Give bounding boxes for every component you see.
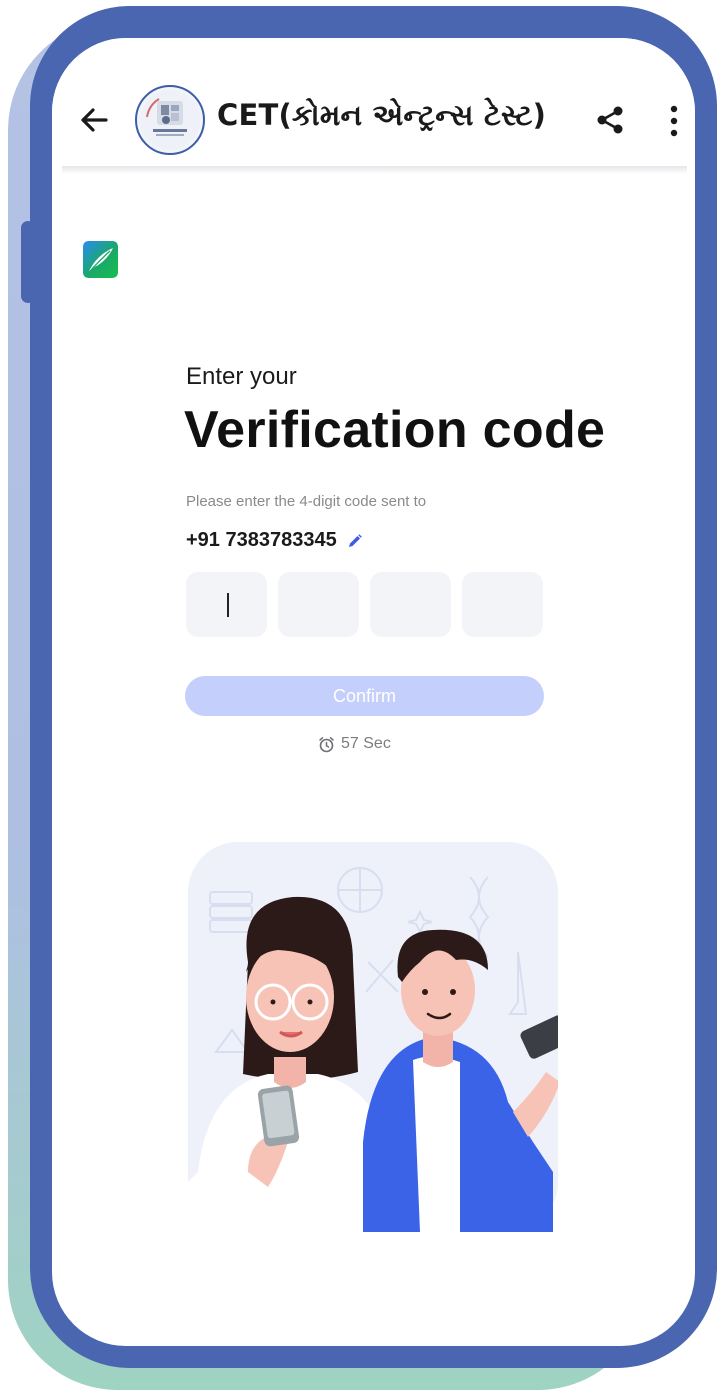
subtitle-text: Enter your	[186, 363, 297, 390]
timer-text: 57 Sec	[341, 735, 391, 752]
otp-input-row	[186, 572, 543, 637]
share-icon	[597, 106, 623, 134]
confirm-button[interactable]: Confirm	[185, 676, 544, 716]
instruction-text: Please enter the 4-digit code sent to	[186, 493, 427, 510]
text-caret	[227, 593, 229, 617]
brand-logo	[83, 241, 118, 278]
feather-logo-icon	[83, 241, 118, 278]
phone-number-row: +91 7383783345	[186, 529, 363, 552]
students-illustration	[188, 842, 558, 1232]
share-button[interactable]	[594, 104, 626, 136]
app-bar: CET(કોમન એન્ટ્રન્સ ટેસ્ટ)	[52, 38, 695, 168]
back-button[interactable]	[76, 102, 112, 138]
phone-screen: CET(કોમન એન્ટ્રન્સ ટેસ્ટ) Enter your Ver…	[52, 38, 695, 1346]
page-title: Verification code	[184, 401, 606, 459]
otp-digit-3[interactable]	[370, 572, 451, 637]
arrow-left-icon	[81, 108, 108, 132]
app-title: CET(કોમન એન્ટ્રન્સ ટેસ્ટ)	[217, 98, 547, 132]
app-bar-divider	[62, 166, 687, 174]
edit-phone-button[interactable]	[347, 533, 363, 549]
alarm-clock-icon	[319, 736, 334, 752]
app-avatar	[135, 85, 205, 155]
avatar-logo-icon	[140, 90, 200, 150]
resend-timer: 57 Sec	[318, 735, 391, 753]
pencil-icon	[348, 533, 362, 547]
more-vertical-icon	[670, 105, 678, 137]
otp-digit-2[interactable]	[278, 572, 359, 637]
phone-number: +91 7383783345	[186, 529, 337, 551]
more-options-button[interactable]	[664, 104, 684, 138]
otp-digit-4[interactable]	[462, 572, 543, 637]
